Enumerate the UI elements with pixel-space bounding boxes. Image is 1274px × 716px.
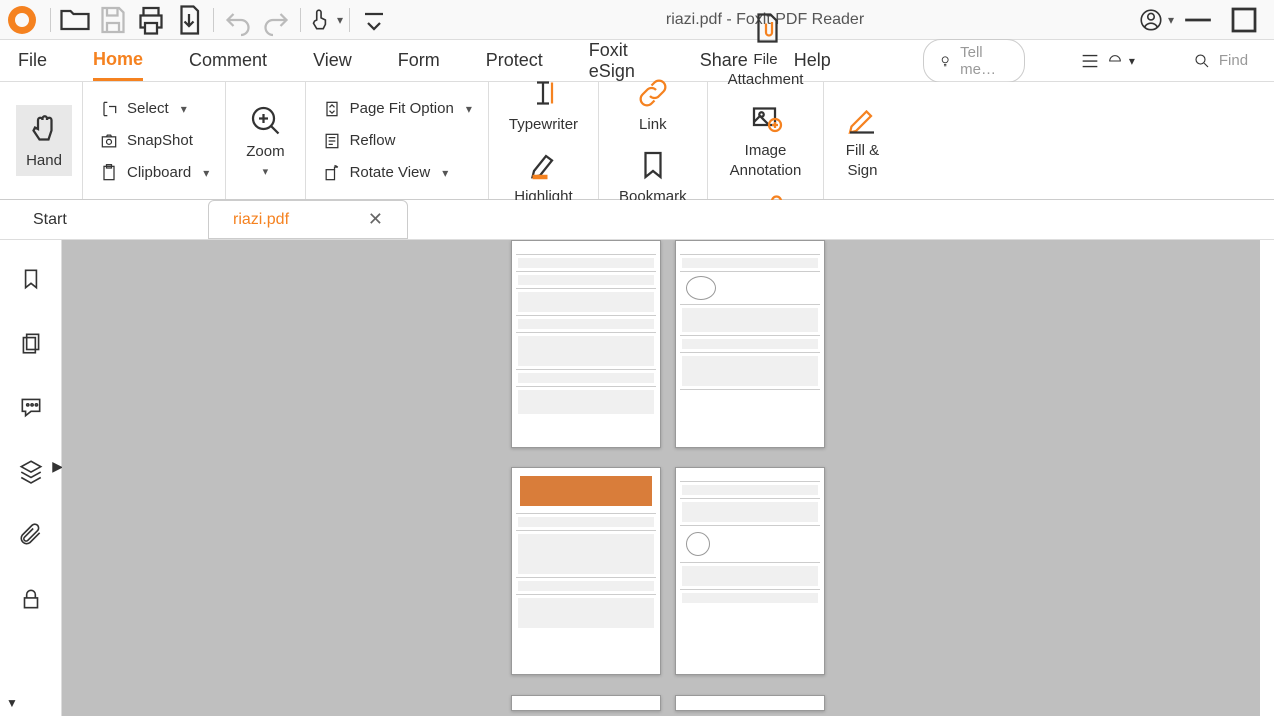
- fill-sign-label: Fill & Sign: [846, 141, 879, 180]
- reflow-label: Reflow: [350, 132, 396, 149]
- maximize-icon[interactable]: [1222, 2, 1266, 38]
- fill-sign-icon: [844, 101, 880, 137]
- tell-me-search[interactable]: Tell me…: [923, 39, 1025, 83]
- reflow-icon: [322, 131, 342, 151]
- clipboard-icon: [99, 163, 119, 183]
- caret-icon: [1107, 53, 1123, 69]
- ribbon: Hand Select SnapShot Clipboard Zoom ▾: [0, 82, 1274, 200]
- doctab-start[interactable]: Start: [8, 202, 208, 238]
- snapshot-icon: [99, 131, 119, 151]
- document-tabs: Start riazi.pdf ✕: [0, 200, 1274, 240]
- tab-form[interactable]: Form: [398, 42, 440, 79]
- doctab-file-label: riazi.pdf: [233, 211, 289, 229]
- link-label: Link: [639, 115, 667, 135]
- zoom-label: Zoom: [246, 142, 284, 162]
- doctab-start-label: Start: [33, 211, 67, 229]
- fill-sign-button[interactable]: Fill & Sign: [834, 95, 890, 186]
- clipboard-button[interactable]: Clipboard: [93, 159, 215, 187]
- bookmark-icon: [635, 147, 671, 183]
- typewriter-icon: [525, 75, 561, 111]
- document-canvas[interactable]: [62, 240, 1274, 716]
- zoom-icon: [247, 102, 283, 138]
- hand-label: Hand: [26, 151, 62, 171]
- lightbulb-icon: [938, 52, 952, 70]
- select-icon: [99, 99, 119, 119]
- attachments-panel-icon[interactable]: [16, 520, 46, 550]
- snapshot-label: SnapShot: [127, 132, 193, 149]
- doctab-file[interactable]: riazi.pdf ✕: [208, 200, 408, 239]
- print-icon[interactable]: [133, 2, 169, 38]
- snapshot-button[interactable]: SnapShot: [93, 127, 215, 155]
- find-placeholder: Find: [1219, 52, 1248, 69]
- close-tab-icon[interactable]: ✕: [368, 209, 383, 230]
- pagefit-button[interactable]: Page Fit Option: [316, 95, 478, 123]
- rotate-icon: [322, 163, 342, 183]
- select-label: Select: [127, 100, 169, 117]
- undo-icon[interactable]: [220, 2, 256, 38]
- minimize-icon[interactable]: [1176, 2, 1220, 38]
- user-account-icon[interactable]: [1138, 2, 1174, 38]
- security-panel-icon[interactable]: [16, 584, 46, 614]
- quick-access-dropdown-icon[interactable]: [356, 2, 392, 38]
- typewriter-button[interactable]: Typewriter: [499, 69, 588, 141]
- file-attachment-label: File Attachment: [728, 50, 804, 89]
- right-margin: [1260, 240, 1274, 716]
- clipboard-label: Clipboard: [127, 164, 191, 181]
- image-annotation-button[interactable]: Image Annotation: [720, 95, 812, 186]
- rotate-label: Rotate View: [350, 164, 431, 181]
- link-button[interactable]: Link: [625, 69, 681, 141]
- page-thumbnail[interactable]: [675, 240, 825, 448]
- tab-file[interactable]: File: [18, 42, 47, 79]
- layers-panel-icon[interactable]: [16, 456, 46, 486]
- list-icon: [1079, 50, 1101, 72]
- tab-comment[interactable]: Comment: [189, 42, 267, 79]
- tell-me-placeholder: Tell me…: [960, 44, 1010, 78]
- highlight-icon: [525, 147, 561, 183]
- page-thumbnail[interactable]: [511, 467, 661, 675]
- find-box[interactable]: Find: [1189, 48, 1256, 74]
- save-icon[interactable]: [95, 2, 131, 38]
- page-thumbnail[interactable]: [675, 467, 825, 675]
- select-button[interactable]: Select: [93, 95, 215, 123]
- bookmarks-panel-icon[interactable]: [16, 264, 46, 294]
- hand-button[interactable]: Hand: [16, 105, 72, 177]
- export-icon[interactable]: [171, 2, 207, 38]
- pagefit-label: Page Fit Option: [350, 100, 454, 117]
- image-annotation-label: Image Annotation: [730, 141, 802, 180]
- open-icon[interactable]: [57, 2, 93, 38]
- link-icon: [635, 75, 671, 111]
- workspace: ▶ ▼: [0, 240, 1274, 716]
- typewriter-label: Typewriter: [509, 115, 578, 135]
- pages-panel-icon[interactable]: [16, 328, 46, 358]
- hand-icon: [26, 111, 62, 147]
- reflow-button[interactable]: Reflow: [316, 127, 478, 155]
- zoom-button[interactable]: Zoom ▾: [236, 96, 294, 186]
- file-attachment-button[interactable]: File Attachment: [718, 4, 814, 95]
- file-attachment-icon: [748, 10, 784, 46]
- image-annotation-icon: [748, 101, 784, 137]
- redo-icon[interactable]: [258, 2, 294, 38]
- rotate-button[interactable]: Rotate View: [316, 159, 478, 187]
- page-thumbnail[interactable]: [511, 695, 661, 711]
- comments-panel-icon[interactable]: [16, 392, 46, 422]
- page-thumbnail[interactable]: [511, 240, 661, 448]
- search-icon: [1193, 52, 1211, 70]
- sidebar-menu-icon[interactable]: ▼: [6, 696, 18, 710]
- page-thumbnail[interactable]: [675, 695, 825, 711]
- navigation-sidebar: ▶ ▼: [0, 240, 62, 716]
- pagefit-icon: [322, 99, 342, 119]
- tab-view[interactable]: View: [313, 42, 352, 79]
- appearance-button[interactable]: ▾: [1079, 50, 1135, 72]
- touch-mode-icon[interactable]: [307, 2, 343, 38]
- page-thumbnails: [511, 240, 825, 716]
- app-logo: [8, 6, 36, 34]
- tab-home[interactable]: Home: [93, 41, 143, 81]
